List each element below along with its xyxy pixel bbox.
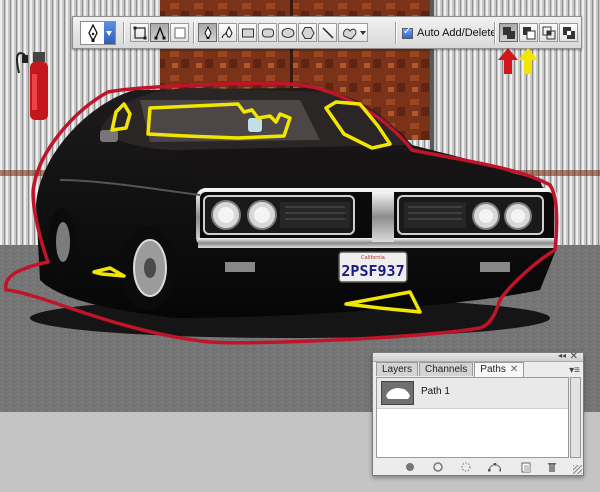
- rounded-rectangle-icon: [262, 28, 274, 38]
- tab-paths[interactable]: Paths ✕: [474, 362, 525, 377]
- panel-title-bar[interactable]: ◂◂ ✕: [373, 351, 583, 362]
- rounded-rectangle-tool-button[interactable]: [258, 23, 277, 42]
- delete-path-icon[interactable]: [545, 461, 559, 473]
- stroke-path-icon[interactable]: [431, 461, 445, 473]
- polygon-tool-button[interactable]: [298, 23, 317, 42]
- freeform-pen-tool-button[interactable]: [218, 23, 237, 42]
- pen-tool-button[interactable]: [198, 23, 217, 42]
- panel-resize-grip[interactable]: [573, 465, 582, 474]
- auto-add-delete-option[interactable]: Auto Add/Delete: [402, 25, 497, 41]
- ellipse-tool-button[interactable]: [278, 23, 297, 42]
- ellipse-icon: [281, 28, 295, 38]
- add-to-path-area-button[interactable]: [499, 23, 518, 42]
- red-arrow-icon: [498, 48, 518, 74]
- auto-add-delete-label: Auto Add/Delete: [417, 27, 497, 39]
- svg-text:California: California: [361, 255, 385, 261]
- close-tab-icon[interactable]: ✕: [510, 364, 518, 375]
- path-item[interactable]: Path 1: [377, 378, 568, 409]
- collapse-panel-icon[interactable]: ◂◂: [558, 351, 566, 360]
- line-icon: [322, 27, 334, 39]
- intersect-path-areas-button[interactable]: [539, 23, 558, 42]
- custom-shape-icon: [343, 28, 366, 40]
- license-plate-text: 2PSF937: [341, 262, 404, 280]
- tab-layers-label: Layers: [382, 364, 413, 375]
- tab-paths-label: Paths: [480, 364, 506, 375]
- add-to-path-area-icon: [503, 27, 515, 39]
- exclude-overlapping-path-areas-button[interactable]: [559, 23, 578, 42]
- subtract-from-path-area-icon: [523, 27, 536, 40]
- tool-preset-dropdown-arrow[interactable]: [104, 22, 115, 44]
- shape-layers-icon: [133, 26, 147, 40]
- auto-add-delete-checkbox[interactable]: [402, 26, 413, 39]
- tool-preset-picker[interactable]: [80, 21, 116, 45]
- load-path-as-selection-icon[interactable]: [459, 461, 473, 473]
- shape-layers-button[interactable]: [130, 23, 149, 42]
- license-plate: California 2PSF937: [338, 251, 408, 283]
- tab-layers[interactable]: Layers: [376, 362, 419, 376]
- panel-tabs: Layers Channels Paths ✕: [376, 362, 525, 377]
- paths-list: Path 1: [376, 377, 569, 458]
- panel-menu-icon[interactable]: ▾≡: [569, 365, 580, 376]
- intersect-path-areas-icon: [542, 26, 556, 40]
- pen-icon: [204, 26, 212, 39]
- close-panel-icon[interactable]: ✕: [570, 351, 578, 362]
- fill-path-icon[interactable]: [403, 461, 417, 473]
- new-path-icon[interactable]: [519, 461, 533, 473]
- exclude-overlapping-path-areas-icon: [563, 27, 575, 39]
- pen-icon: [88, 23, 98, 42]
- rectangle-icon: [242, 28, 254, 38]
- path-name: Path 1: [421, 386, 450, 397]
- path-thumbnail: [381, 381, 414, 405]
- fill-pixels-button[interactable]: [170, 23, 189, 42]
- options-bar: Auto Add/Delete: [72, 16, 582, 49]
- tab-channels-label: Channels: [425, 364, 468, 375]
- panel-footer: [373, 459, 583, 475]
- tab-channels[interactable]: Channels: [419, 362, 474, 376]
- fill-pixels-icon: [174, 27, 186, 39]
- rectangle-tool-button[interactable]: [238, 23, 257, 42]
- panel-scrollbar[interactable]: [570, 377, 581, 458]
- freeform-pen-icon: [221, 26, 233, 39]
- polygon-icon: [301, 27, 315, 39]
- paths-icon: [154, 26, 166, 40]
- yellow-arrow-icon: [518, 48, 538, 74]
- paths-mode-button[interactable]: [150, 23, 169, 42]
- line-tool-button[interactable]: [318, 23, 337, 42]
- custom-shape-tool-button[interactable]: [338, 23, 368, 42]
- subtract-from-path-area-button[interactable]: [519, 23, 538, 42]
- paths-panel: ◂◂ ✕ Layers Channels Paths ✕ ▾≡ Path 1: [372, 351, 584, 476]
- make-work-path-icon[interactable]: [487, 461, 501, 473]
